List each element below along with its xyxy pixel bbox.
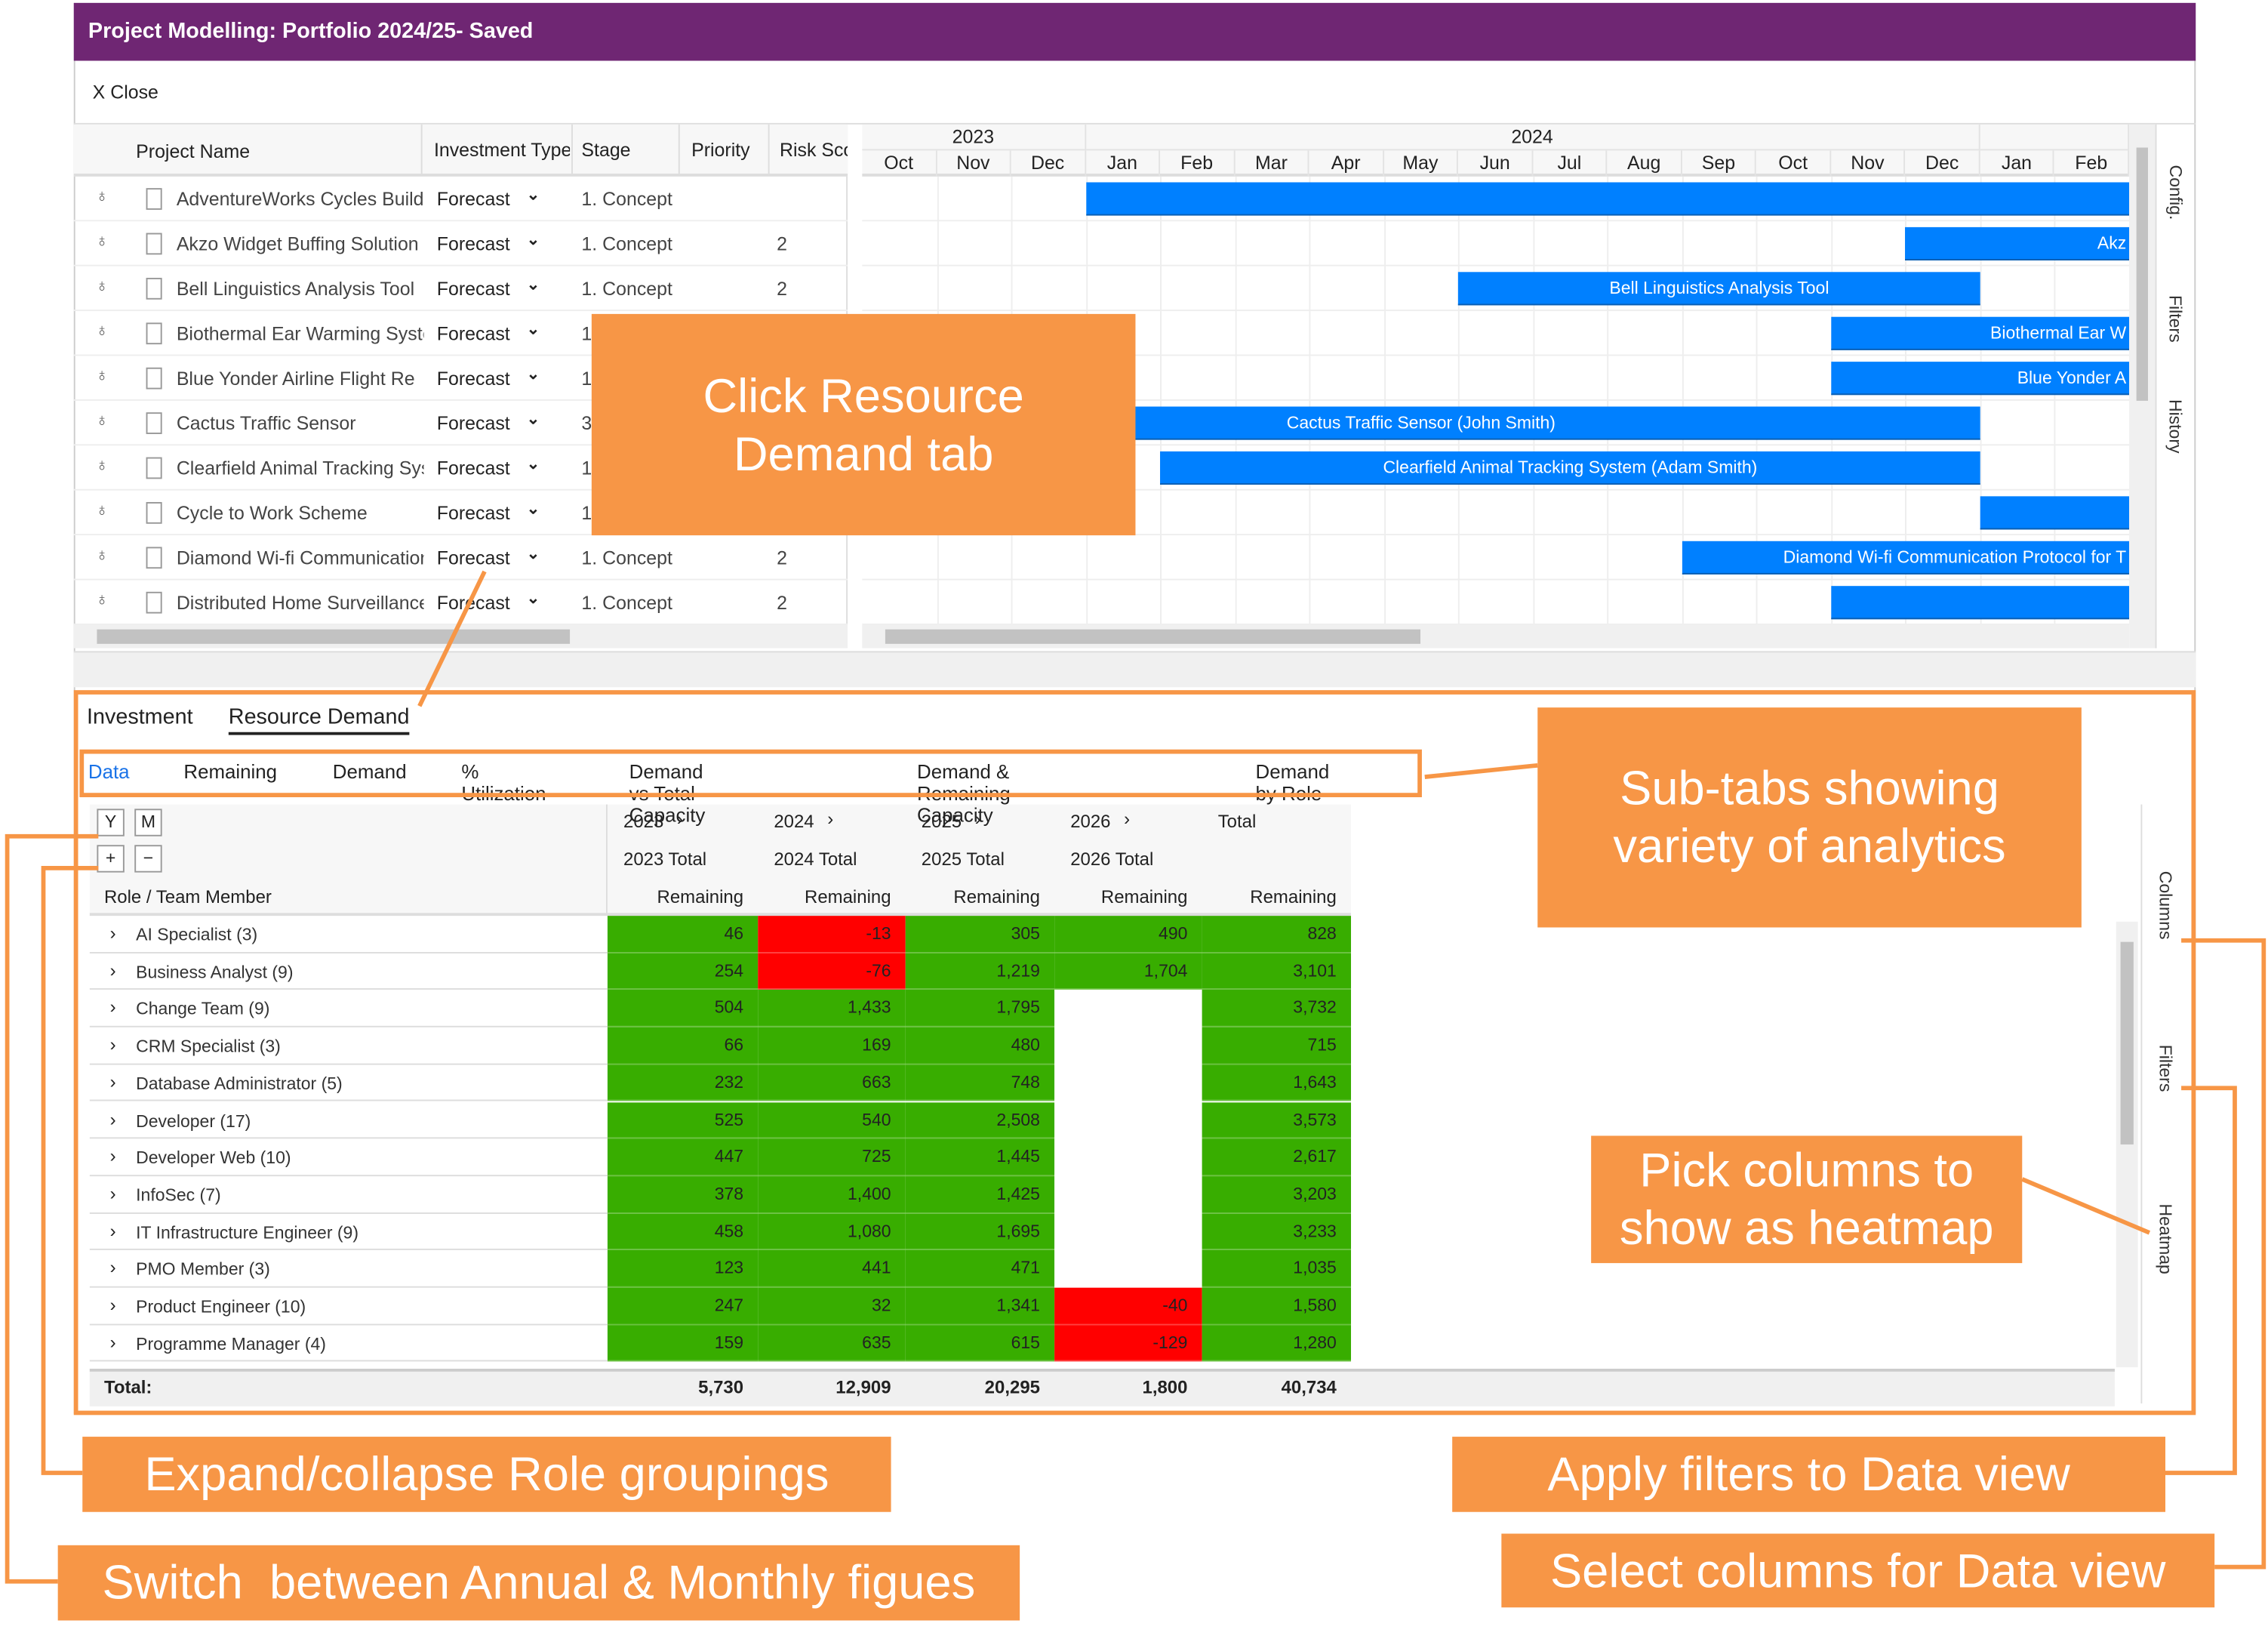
connector-resource-tab — [417, 570, 487, 707]
app-screen: Project Modelling: Portfolio 2024/25- Sa… — [0, 0, 2268, 1642]
connector-heatmap — [2021, 1177, 2151, 1235]
callout-resource-demand-tab: Click Resource Demand tab — [591, 313, 1136, 536]
connector-subtabs — [1424, 762, 1538, 780]
callout-switch-annual-monthly: Switch between Annual & Monthly figues — [57, 1545, 1020, 1621]
callout-heatmap: Pick columns to show as heatmap — [1591, 1135, 2023, 1264]
callout-expand-collapse: Expand/collapse Role groupings — [82, 1437, 891, 1512]
connector-expand — [41, 866, 99, 1475]
callout-subtabs: Sub-tabs showing variety of analytics — [1537, 707, 2082, 928]
callout-select-columns: Select columns for Data view — [1501, 1533, 2215, 1608]
connector-filters — [2165, 1086, 2237, 1475]
callout-apply-filters: Apply filters to Data view — [1452, 1437, 2166, 1512]
